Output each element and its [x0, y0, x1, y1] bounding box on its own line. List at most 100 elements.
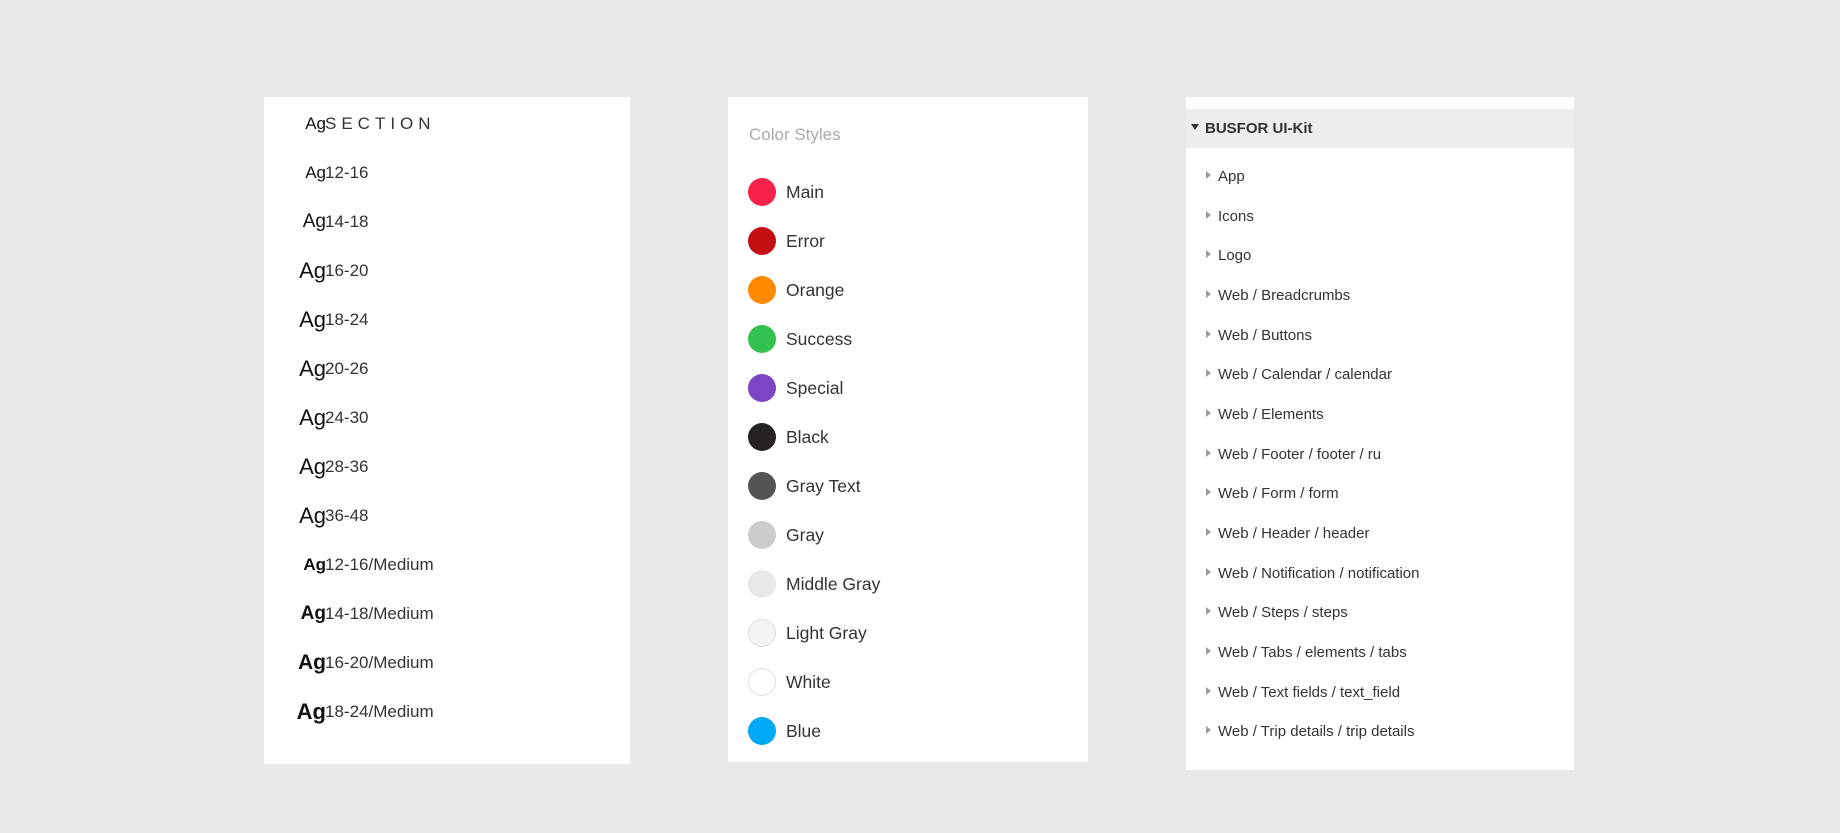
page-item-label: App	[1218, 168, 1245, 185]
page-item[interactable]: Web / Notification / notification	[1186, 558, 1574, 588]
color-swatch	[748, 374, 776, 402]
caret-right-icon[interactable]	[1206, 330, 1211, 338]
text-style-sample: Ag	[299, 258, 326, 283]
caret-right-icon[interactable]	[1206, 290, 1211, 298]
text-style-label: 14-18	[325, 212, 369, 231]
caret-right-icon[interactable]	[1206, 687, 1211, 695]
text-style-sample: Ag	[299, 356, 326, 381]
caret-right-icon[interactable]	[1206, 528, 1211, 536]
color-swatch	[748, 276, 776, 304]
color-style-item[interactable]: Middle Gray	[728, 567, 1088, 601]
caret-down-icon[interactable]	[1191, 124, 1199, 130]
caret-right-icon[interactable]	[1206, 607, 1211, 615]
color-style-label: Middle Gray	[786, 574, 881, 594]
caret-right-icon[interactable]	[1206, 211, 1211, 219]
text-style-label: 24-30	[325, 408, 369, 427]
text-style-item[interactable]: Ag 12-16	[264, 158, 630, 188]
color-style-label: Success	[786, 329, 853, 349]
pages-header[interactable]: BUSFOR UI-Kit	[1186, 109, 1574, 148]
color-styles-panel: Color Styles Main Error Orange Success S…	[728, 97, 1088, 762]
caret-right-icon[interactable]	[1206, 449, 1211, 457]
text-style-sample: Ag	[299, 454, 326, 479]
page-item[interactable]: App	[1186, 161, 1574, 191]
color-swatch	[748, 227, 776, 255]
text-style-label: 14-18/Medium	[325, 604, 434, 623]
page-item[interactable]: Web / Buttons	[1186, 320, 1574, 350]
text-style-item[interactable]: Ag 28-36	[264, 452, 630, 482]
color-style-label: Orange	[786, 280, 845, 300]
text-style-item[interactable]: Ag 18-24	[264, 305, 630, 335]
color-swatch	[748, 717, 776, 745]
text-style-sample: Ag	[299, 405, 326, 430]
page-item[interactable]: Web / Elements	[1186, 399, 1574, 429]
color-swatch	[748, 472, 776, 500]
page-item-label: Icons	[1218, 208, 1254, 225]
page-item[interactable]: Web / Trip details / trip details	[1186, 716, 1574, 746]
color-swatch	[748, 521, 776, 549]
color-style-label: Special	[786, 378, 844, 398]
text-style-label: 18-24/Medium	[325, 702, 434, 721]
text-style-sample: Ag	[299, 307, 326, 332]
text-style-label: 12-16/Medium	[325, 555, 434, 574]
text-style-label: 28-36	[325, 457, 369, 476]
text-style-item[interactable]: Ag 12-16/Medium	[264, 550, 630, 580]
text-style-item[interactable]: Ag 24-30	[264, 403, 630, 433]
caret-right-icon[interactable]	[1206, 409, 1211, 417]
color-style-item[interactable]: Black	[728, 420, 1088, 454]
page-item[interactable]: Web / Text fields / text_field	[1186, 677, 1574, 707]
pages-title: BUSFOR UI-Kit	[1205, 120, 1313, 137]
color-style-item[interactable]: White	[728, 665, 1088, 699]
page-item-label: Web / Form / form	[1218, 485, 1339, 502]
text-style-label: 16-20	[325, 261, 369, 280]
caret-right-icon[interactable]	[1206, 250, 1211, 258]
color-style-item[interactable]: Special	[728, 371, 1088, 405]
color-style-item[interactable]: Blue	[728, 714, 1088, 748]
text-style-item[interactable]: Ag 14-18/Medium	[264, 599, 630, 629]
caret-right-icon[interactable]	[1206, 369, 1211, 377]
text-style-sample: Ag	[305, 163, 326, 182]
text-style-item[interactable]: Ag 16-20/Medium	[264, 648, 630, 678]
color-style-item[interactable]: Light Gray	[728, 616, 1088, 650]
color-style-item[interactable]: Orange	[728, 273, 1088, 307]
color-swatch	[748, 423, 776, 451]
page-item[interactable]: Logo	[1186, 240, 1574, 270]
text-style-item[interactable]: Ag 36-48	[264, 501, 630, 531]
page-item[interactable]: Web / Footer / footer / ru	[1186, 439, 1574, 469]
page-item-label: Logo	[1218, 247, 1252, 264]
page-item[interactable]: Web / Calendar / calendar	[1186, 359, 1574, 389]
caret-right-icon[interactable]	[1206, 171, 1211, 179]
color-style-item[interactable]: Gray	[728, 518, 1088, 552]
color-style-label: Light Gray	[786, 623, 867, 643]
page-item[interactable]: Web / Form / form	[1186, 478, 1574, 508]
page-item[interactable]: Web / Breadcrumbs	[1186, 280, 1574, 310]
color-swatch	[748, 668, 776, 696]
color-swatch	[748, 619, 776, 647]
color-style-item[interactable]: Main	[728, 175, 1088, 209]
text-style-item[interactable]: Ag 16-20	[264, 256, 630, 286]
caret-right-icon[interactable]	[1206, 647, 1211, 655]
text-style-item[interactable]: Ag 18-24/Medium	[264, 697, 630, 727]
text-style-item[interactable]: Ag 14-18	[264, 207, 630, 237]
page-item[interactable]: Web / Tabs / elements / tabs	[1186, 637, 1574, 667]
page-item-label: Web / Trip details / trip details	[1218, 723, 1415, 740]
page-item-label: Web / Elements	[1218, 406, 1324, 423]
caret-right-icon[interactable]	[1206, 726, 1211, 734]
text-style-label: 36-48	[325, 506, 369, 525]
page-item[interactable]: Web / Header / header	[1186, 518, 1574, 548]
caret-right-icon[interactable]	[1206, 488, 1211, 496]
page-item[interactable]: Web / Steps / steps	[1186, 597, 1574, 627]
color-style-item[interactable]: Gray Text	[728, 469, 1088, 503]
text-style-sample: Ag	[298, 651, 326, 674]
page-item[interactable]: Icons	[1186, 201, 1574, 231]
caret-right-icon[interactable]	[1206, 568, 1211, 576]
color-swatch	[748, 570, 776, 598]
color-style-label: Main	[786, 182, 824, 202]
color-style-item[interactable]: Success	[728, 322, 1088, 356]
color-swatch	[748, 178, 776, 206]
color-style-label: Gray	[786, 525, 824, 545]
text-style-item[interactable]: Ag 20-26	[264, 354, 630, 384]
page-item-label: Web / Header / header	[1218, 525, 1370, 542]
color-style-item[interactable]: Error	[728, 224, 1088, 258]
color-styles-title: Color Styles	[749, 125, 841, 144]
text-style-item-section[interactable]: Ag SECTION	[264, 109, 630, 139]
